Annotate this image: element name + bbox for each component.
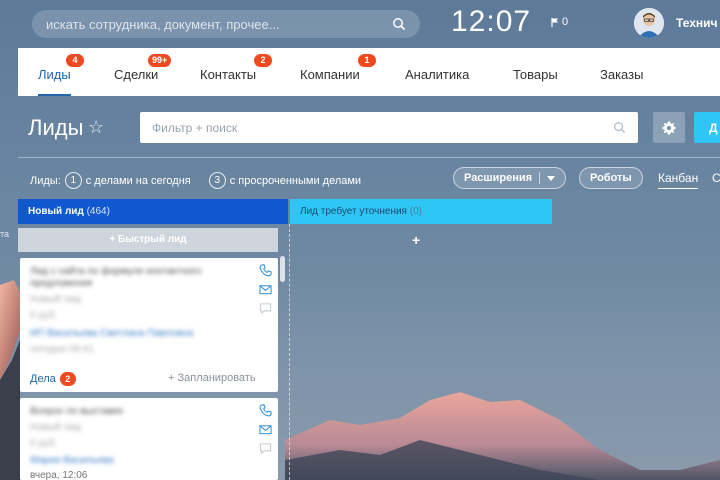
column-title: Новый лид	[28, 206, 84, 217]
star-icon[interactable]: ☆	[88, 117, 104, 138]
notifications-button[interactable]: 0	[551, 16, 568, 28]
filter-search-input[interactable]: Фильтр + поиск	[140, 112, 638, 143]
view-other-tab[interactable]: С	[712, 171, 720, 185]
global-search-placeholder: искать сотрудника, документ, прочее...	[46, 16, 280, 32]
column-scrollbar[interactable]	[280, 256, 285, 282]
card-amount: 0 руб.	[30, 310, 58, 321]
search-icon[interactable]	[392, 17, 406, 31]
tab-leads[interactable]: Лиды 4	[38, 48, 84, 96]
extensions-button[interactable]: Расширения	[453, 167, 567, 189]
card-title-line: Вопрос по выставке	[30, 406, 124, 417]
filter-placeholder: Фильтр + поиск	[152, 120, 238, 135]
deals-count-badge: 2	[59, 372, 76, 386]
column-count: (0)	[409, 206, 422, 217]
deals-label: Дела	[30, 373, 56, 385]
overdue-counter[interactable]: 3	[208, 172, 226, 189]
phone-icon[interactable]	[259, 264, 272, 277]
quick-lead-label: Быстрый лид	[118, 234, 187, 245]
today-counter-label[interactable]: с делами на сегодня	[86, 175, 191, 187]
card-client: ИП Васильева Светлана Павловна	[30, 328, 194, 339]
column-count: (464)	[86, 206, 110, 217]
tab-label: Контакты	[200, 67, 257, 82]
tab-label: Лиды	[38, 67, 71, 82]
robots-button[interactable]: Роботы	[579, 167, 643, 189]
overdue-counter-label[interactable]: с просроченными делами	[230, 175, 361, 187]
card-date: сегодня 09:41	[30, 344, 94, 355]
card-date: вчера, 12:06	[30, 470, 88, 480]
user-avatar[interactable]	[634, 8, 664, 38]
kanban-column-new-lead[interactable]: Новый лид (464)	[18, 199, 288, 224]
tab-label: Аналитика	[405, 67, 470, 82]
gear-icon	[662, 120, 676, 135]
chat-icon[interactable]	[259, 442, 272, 455]
card-title-line: Лид с сайта по формуле контактного	[30, 266, 202, 277]
tab-companies[interactable]: Компании 1	[300, 48, 376, 96]
tab-products[interactable]: Товары	[513, 48, 558, 96]
tab-label: Компании	[300, 67, 360, 82]
avatar-icon	[634, 8, 664, 38]
card-deals-link[interactable]: Дела 2	[30, 372, 76, 386]
plus-icon: +	[109, 234, 118, 245]
card-actions	[259, 404, 272, 455]
card-title-line: предложения	[30, 278, 93, 289]
card-actions	[259, 264, 272, 315]
lead-card[interactable]: Вопрос по выставке Новый лид 0 руб. Мари…	[20, 398, 278, 480]
clock[interactable]: 12:07	[451, 5, 531, 39]
tab-deals[interactable]: Сделки 99+	[114, 48, 172, 96]
quick-lead-button[interactable]: + Быстрый лид	[18, 228, 278, 252]
column-separator	[289, 224, 290, 480]
tab-badge: 4	[66, 54, 84, 67]
lead-card[interactable]: Лид с сайта по формуле контактного предл…	[20, 258, 278, 392]
tab-orders[interactable]: Заказы	[600, 48, 643, 96]
view-kanban-tab[interactable]: Канбан	[658, 171, 699, 189]
today-counter[interactable]: 1	[64, 172, 82, 189]
tab-label: Товары	[513, 67, 558, 82]
mail-icon[interactable]	[259, 283, 272, 296]
extensions-label: Расширения	[464, 172, 533, 184]
column-add-button[interactable]: +	[412, 232, 420, 248]
active-tab-underline	[38, 94, 71, 96]
tab-analytics[interactable]: Аналитика	[405, 48, 469, 96]
flag-icon	[551, 17, 558, 27]
crm-tabs-bar: Лиды 4 Сделки 99+ Контакты 2 Компании 1 …	[18, 48, 720, 96]
tab-label: Заказы	[600, 67, 644, 82]
settings-button[interactable]	[653, 112, 685, 143]
kanban-column-needs-clarification[interactable]: Лид требует уточнения (0)	[290, 199, 552, 224]
column-title: Лид требует уточнения	[300, 206, 407, 217]
side-label: та	[0, 229, 10, 239]
schedule-activity-link[interactable]: + Запланировать	[168, 372, 256, 384]
search-icon[interactable]	[613, 121, 626, 134]
robots-label: Роботы	[590, 172, 632, 184]
user-name[interactable]: Технич	[676, 16, 718, 30]
card-status: Новый лид	[30, 422, 81, 433]
phone-icon[interactable]	[259, 404, 272, 417]
chevron-down-icon[interactable]	[547, 175, 556, 181]
tab-badge: 2	[254, 54, 272, 67]
activity-counters: Лиды: 1 с делами на сегодня 3 с просроче…	[30, 172, 361, 189]
top-bar: искать сотрудника, документ, прочее... 1…	[0, 0, 720, 48]
card-status: Новый лид	[30, 294, 81, 305]
tab-contacts[interactable]: Контакты 2	[200, 48, 272, 96]
page-title: Лиды	[28, 115, 84, 140]
header-divider	[18, 157, 720, 158]
tab-label: Сделки	[114, 67, 159, 82]
global-search-input[interactable]: искать сотрудника, документ, прочее...	[32, 10, 420, 38]
pill-separator	[539, 172, 541, 184]
notifications-count: 0	[562, 16, 569, 28]
card-client: Мария Васильева	[30, 455, 114, 466]
mail-icon[interactable]	[259, 423, 272, 436]
add-lead-button[interactable]: Д	[694, 112, 720, 143]
column-arrow	[276, 199, 288, 223]
tab-badge: 99+	[148, 54, 172, 67]
tab-badge: 1	[358, 54, 376, 67]
counters-prefix: Лиды:	[30, 174, 61, 187]
card-amount: 0 руб.	[30, 438, 58, 449]
chat-icon[interactable]	[259, 302, 272, 315]
